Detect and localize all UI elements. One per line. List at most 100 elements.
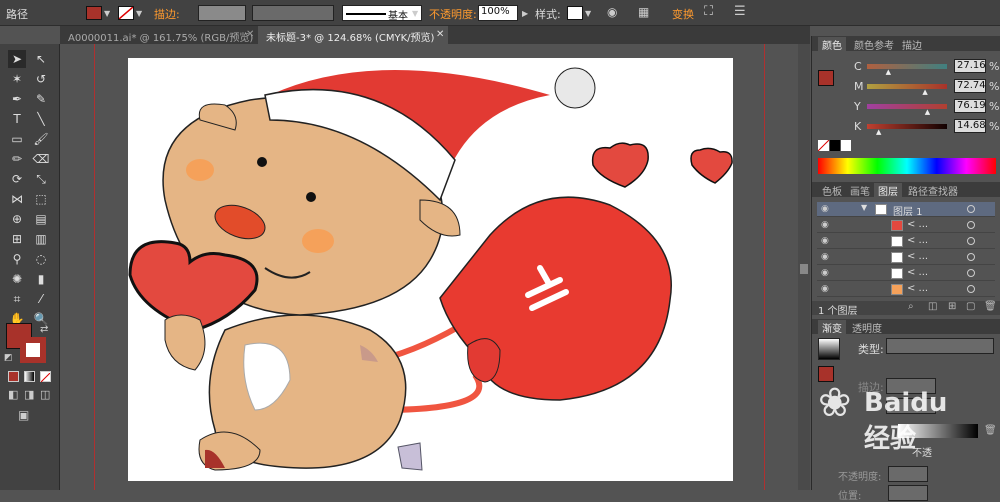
panel-menu-icon[interactable]: ☰ — [734, 4, 746, 19]
selected-path[interactable] — [397, 442, 423, 471]
gradient-type-select[interactable] — [886, 338, 994, 354]
style-dropdown-icon[interactable]: ▼ — [585, 9, 591, 18]
channel-value-field[interactable]: 76.19 — [954, 99, 986, 113]
swap-colors-icon[interactable]: ⇄ — [40, 324, 48, 335]
scroll-thumb[interactable] — [800, 264, 808, 274]
tab-transparency[interactable]: 透明度 — [848, 320, 886, 335]
channel-value-field[interactable]: 27.16 — [954, 59, 986, 73]
visibility-icon[interactable]: ◉ — [821, 268, 829, 278]
color-spectrum[interactable] — [818, 158, 996, 174]
stroke-dropdown-icon[interactable]: ▼ — [136, 9, 142, 18]
channel-slider[interactable]: ▲ — [867, 64, 947, 76]
direct-selection-tool-icon[interactable]: ↖ — [32, 50, 50, 68]
target-icon[interactable] — [967, 221, 975, 229]
stroke-weight-label[interactable]: 描边: — [154, 6, 180, 22]
eyedropper-tool-icon[interactable]: ⚲ — [8, 250, 26, 268]
tab-document-2[interactable]: 未标题-3* @ 124.68% (CMYK/预览) — [258, 26, 448, 44]
none-mode-icon[interactable] — [40, 371, 51, 383]
new-sublayer-icon[interactable]: ⊞ — [948, 301, 956, 312]
tab-brushes[interactable]: 画笔 — [846, 183, 874, 198]
visibility-icon[interactable]: ◉ — [821, 220, 829, 230]
tab-stroke[interactable]: 描边 — [898, 37, 926, 52]
paintbrush-tool-icon[interactable]: 🖌 — [32, 130, 50, 148]
width-tool-icon[interactable]: ⋈ — [8, 190, 26, 208]
draw-normal-icon[interactable]: ◧ — [8, 388, 18, 401]
perspective-grid-tool-icon[interactable]: ▤ — [32, 210, 50, 228]
stroke-swatch[interactable] — [118, 6, 134, 20]
fill-dropdown-icon[interactable]: ▼ — [104, 9, 110, 18]
locate-object-icon[interactable]: ⌕ — [908, 301, 914, 312]
opacity-arrow-icon[interactable]: ▶ — [522, 9, 528, 18]
close-tab-icon[interactable]: ✕ — [246, 29, 254, 40]
blend-tool-icon[interactable]: ◌ — [32, 250, 50, 268]
variable-width-select[interactable] — [252, 5, 334, 21]
location-field[interactable] — [888, 485, 928, 501]
tab-gradient[interactable]: 渐变 — [818, 320, 846, 335]
scale-tool-icon[interactable]: ⤡ — [32, 170, 50, 188]
visibility-icon[interactable]: ◉ — [821, 252, 829, 262]
channel-slider[interactable]: ▲ — [867, 124, 947, 136]
target-icon[interactable] — [967, 269, 975, 277]
brush-select[interactable]: 基本 — [342, 5, 422, 22]
gradient-tool-icon[interactable]: ▥ — [32, 230, 50, 248]
sublayer-row[interactable]: ◉ < ... — [817, 250, 995, 265]
target-icon[interactable] — [967, 237, 975, 245]
delete-stop-icon[interactable]: 🗑 — [984, 425, 997, 436]
channel-slider[interactable]: ▲ — [867, 104, 947, 116]
align-icon[interactable]: ▦ — [638, 5, 649, 19]
opacity-field[interactable]: 100% — [478, 5, 518, 21]
black-swatch[interactable] — [830, 140, 840, 151]
sublayer-row[interactable]: ◉ < ... — [817, 234, 995, 249]
lasso-tool-icon[interactable]: ↺ — [32, 70, 50, 88]
channel-slider[interactable]: ▲ — [867, 84, 947, 96]
rectangle-tool-icon[interactable]: ▭ — [8, 130, 26, 148]
gradient-mode-icon[interactable] — [24, 371, 35, 382]
selection-tool-icon[interactable]: ➤ — [8, 50, 26, 68]
white-swatch[interactable] — [841, 140, 851, 151]
slider-thumb-icon[interactable]: ▲ — [922, 88, 927, 96]
sublayer-row[interactable]: ◉ < ... — [817, 266, 995, 281]
isolate-icon[interactable]: ⛶ — [704, 4, 713, 19]
channel-value-field[interactable]: 14.68 — [954, 119, 986, 133]
artboard-tool-icon[interactable]: ⌗ — [8, 290, 26, 308]
shape-builder-tool-icon[interactable]: ⊕ — [8, 210, 26, 228]
transform-link[interactable]: 变换 — [672, 6, 694, 22]
pig-illustration[interactable] — [128, 58, 733, 481]
close-tab-icon[interactable]: ✕ — [436, 29, 444, 40]
recolor-icon[interactable]: ◉ — [607, 5, 617, 19]
line-tool-icon[interactable]: ╲ — [32, 110, 50, 128]
slice-tool-icon[interactable]: ⁄ — [32, 290, 50, 308]
column-graph-tool-icon[interactable]: ▮ — [32, 270, 50, 288]
mesh-tool-icon[interactable]: ⊞ — [8, 230, 26, 248]
tab-color[interactable]: 颜色 — [818, 37, 846, 52]
tab-swatches[interactable]: 色板 — [818, 183, 846, 198]
symbol-sprayer-tool-icon[interactable]: ✺ — [8, 270, 26, 288]
make-clipping-mask-icon[interactable]: ◫ — [928, 301, 937, 312]
screen-mode-icon[interactable]: ▣ — [18, 408, 29, 422]
new-layer-icon[interactable]: ▢ — [966, 301, 975, 312]
gradient-preview[interactable] — [818, 338, 840, 360]
visibility-icon[interactable]: ◉ — [821, 284, 829, 294]
stroke-color-swatch[interactable] — [20, 337, 46, 363]
sublayer-row[interactable]: ◉ < ... — [817, 218, 995, 233]
style-swatch[interactable] — [567, 6, 583, 20]
default-colors-icon[interactable]: ◩ — [4, 353, 13, 363]
brush-dropdown-icon[interactable]: ▼ — [412, 9, 418, 18]
channel-value-field[interactable]: 72.74 — [954, 79, 986, 93]
vertical-scrollbar[interactable] — [798, 44, 810, 490]
slider-thumb-icon[interactable]: ▲ — [925, 108, 930, 116]
draw-behind-icon[interactable]: ◨ — [24, 388, 34, 401]
none-swatch[interactable] — [817, 139, 830, 152]
layer-row[interactable]: ◉ ▼ 图层 1 — [817, 202, 995, 218]
eraser-tool-icon[interactable]: ⌫ — [32, 150, 50, 168]
pencil-tool-icon[interactable]: ✏ — [8, 150, 26, 168]
draw-inside-icon[interactable]: ◫ — [40, 388, 50, 401]
sublayer-row[interactable]: ◉ < ... — [817, 282, 995, 297]
pen-tool-icon[interactable]: ✒ — [8, 90, 26, 108]
slider-thumb-icon[interactable]: ▲ — [876, 128, 881, 136]
visibility-icon[interactable]: ◉ — [821, 204, 829, 214]
magic-wand-tool-icon[interactable]: ✶ — [8, 70, 26, 88]
fill-swatch[interactable] — [86, 6, 102, 20]
slider-thumb-icon[interactable]: ▲ — [886, 68, 891, 76]
free-transform-tool-icon[interactable]: ⬚ — [32, 190, 50, 208]
